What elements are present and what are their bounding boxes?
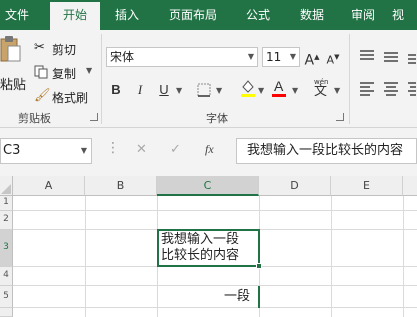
tab-data[interactable]: 数据 bbox=[290, 0, 334, 30]
row-header-6[interactable] bbox=[0, 308, 13, 317]
clipboard-launcher-icon[interactable] bbox=[90, 113, 98, 121]
font-color-icon: A bbox=[274, 78, 284, 94]
copy-label: 复制 bbox=[52, 67, 77, 81]
cell-c5-border bbox=[258, 286, 260, 308]
select-all-button[interactable] bbox=[0, 176, 13, 196]
cell-c3[interactable]: 我想输入一段 比较长的内容 bbox=[157, 229, 260, 267]
font-color-dropdown-icon[interactable]: ▼ bbox=[292, 86, 298, 95]
border-button[interactable] bbox=[194, 80, 214, 100]
select-all-icon bbox=[1, 184, 11, 194]
scissors-icon: ✂ bbox=[34, 40, 45, 55]
paintbrush-icon: 🖌 bbox=[34, 88, 51, 103]
font-size-value: 11 bbox=[266, 50, 282, 64]
column-header-a[interactable]: A bbox=[13, 176, 85, 196]
column-header-d[interactable]: D bbox=[259, 176, 331, 196]
column-header-b[interactable]: B bbox=[85, 176, 157, 196]
tab-formulas[interactable]: 公式 bbox=[236, 0, 280, 30]
gridline bbox=[85, 196, 86, 317]
tab-file[interactable]: 文件 bbox=[0, 0, 34, 30]
paste-label: 粘贴 bbox=[0, 78, 27, 93]
tab-page-layout[interactable]: 页面布局 bbox=[160, 0, 226, 30]
cut-button[interactable]: ✂ 剪切 bbox=[34, 40, 84, 58]
align-top-icon[interactable] bbox=[356, 48, 416, 66]
chevron-down-icon: ▼ bbox=[247, 52, 254, 61]
tab-review[interactable]: 审阅 bbox=[342, 0, 384, 30]
tab-home[interactable]: 开始 bbox=[50, 2, 100, 30]
underline-button[interactable]: U bbox=[154, 80, 174, 100]
cancel-icon[interactable]: ✕ bbox=[136, 142, 147, 157]
column-header-e[interactable]: E bbox=[331, 176, 403, 196]
row-header-4[interactable]: 4 bbox=[0, 267, 13, 286]
insert-function-icon[interactable]: fx bbox=[205, 142, 214, 157]
ribbon-home: 粘贴 ✂ 剪切 复制 ▼ 🖌 格式刷 剪贴板 宋体 ▼ 11 ▼ A▲ A▼ B… bbox=[0, 30, 417, 128]
underline-dropdown-icon[interactable]: ▼ bbox=[176, 86, 182, 95]
grow-font-icon: A bbox=[304, 52, 315, 69]
cell-c3-line-1: 我想输入一段 bbox=[161, 232, 240, 247]
formula-bar: C3 ▼ ⋮ ✕ ✓ fx 我想输入一段比较长的内容 bbox=[0, 128, 417, 176]
font-name-select[interactable]: 宋体 ▼ bbox=[106, 47, 258, 67]
fill-handle[interactable] bbox=[256, 263, 262, 269]
enter-icon[interactable]: ✓ bbox=[170, 142, 181, 157]
align-left-icon[interactable] bbox=[356, 80, 416, 98]
name-box-value: C3 bbox=[3, 143, 21, 158]
paste-button[interactable]: 粘贴 bbox=[0, 36, 26, 96]
font-launcher-icon[interactable] bbox=[336, 113, 344, 121]
format-painter-button[interactable]: 🖌 格式刷 bbox=[34, 88, 96, 106]
row-header-1[interactable]: 1 bbox=[0, 196, 13, 211]
fill-color-button[interactable] bbox=[238, 78, 258, 98]
format-painter-label: 格式刷 bbox=[52, 91, 89, 105]
gridline bbox=[331, 196, 332, 317]
chevron-down-icon: ▼ bbox=[289, 52, 296, 61]
font-name-value: 宋体 bbox=[110, 50, 135, 64]
cut-label: 剪切 bbox=[52, 43, 77, 57]
worksheet-grid: A B C D E 1 2 3 4 5 我想输入一段 比较长的内容 一段 bbox=[0, 176, 417, 317]
phonetic-dropdown-icon[interactable]: ▼ bbox=[334, 86, 340, 95]
increase-font-size-button[interactable]: A▲ bbox=[302, 47, 322, 69]
bold-button[interactable]: B bbox=[106, 80, 126, 100]
gridline bbox=[13, 307, 417, 308]
ribbon-tab-bar: 文件 开始 插入 页面布局 公式 数据 审阅 视 bbox=[0, 0, 417, 30]
paint-bucket-icon bbox=[241, 80, 255, 97]
copy-icon bbox=[34, 65, 48, 79]
vertical-align-buttons bbox=[356, 48, 416, 68]
copy-button[interactable]: 复制 ▼ bbox=[34, 64, 96, 82]
tab-view[interactable]: 视 bbox=[392, 0, 417, 30]
font-group-label: 字体 bbox=[206, 112, 228, 125]
font-color-swatch bbox=[272, 94, 286, 97]
border-icon bbox=[197, 83, 211, 97]
border-dropdown-icon[interactable]: ▼ bbox=[216, 86, 222, 95]
cell-c3-line-2: 比较长的内容 bbox=[161, 248, 240, 263]
clipboard-group-label: 剪贴板 bbox=[18, 112, 51, 125]
gridline bbox=[403, 196, 404, 317]
cell-c5[interactable]: 一段 bbox=[224, 288, 251, 306]
shrink-font-icon: A bbox=[326, 53, 335, 67]
italic-button[interactable]: I bbox=[130, 80, 150, 100]
fill-color-dropdown-icon[interactable]: ▼ bbox=[258, 86, 264, 95]
font-size-select[interactable]: 11 ▼ bbox=[262, 47, 300, 67]
gridline bbox=[13, 285, 417, 286]
group-divider bbox=[101, 34, 102, 124]
gridline bbox=[13, 210, 417, 211]
copy-dropdown-icon[interactable]: ▼ bbox=[86, 66, 92, 75]
group-divider bbox=[349, 34, 350, 124]
column-header-f[interactable] bbox=[403, 176, 417, 196]
row-header-2[interactable]: 2 bbox=[0, 211, 13, 230]
column-header-c[interactable]: C bbox=[157, 176, 259, 196]
phonetic-guide-button[interactable]: wén 文 bbox=[312, 76, 332, 102]
phonetic-icon: 文 bbox=[314, 84, 328, 99]
name-box[interactable]: C3 ▼ bbox=[0, 138, 92, 164]
clipboard-icon bbox=[0, 36, 21, 62]
horizontal-align-buttons bbox=[356, 80, 416, 100]
chevron-down-icon: ▼ bbox=[80, 146, 87, 155]
decrease-font-size-button[interactable]: A▼ bbox=[323, 47, 343, 67]
row-header-3[interactable]: 3 bbox=[0, 230, 13, 267]
more-icon: ⋮ bbox=[106, 140, 120, 156]
tab-insert[interactable]: 插入 bbox=[104, 0, 150, 30]
formula-input[interactable]: 我想输入一段比较长的内容 bbox=[236, 138, 417, 164]
row-header-5[interactable]: 5 bbox=[0, 286, 13, 308]
font-color-button[interactable]: A bbox=[270, 78, 290, 98]
